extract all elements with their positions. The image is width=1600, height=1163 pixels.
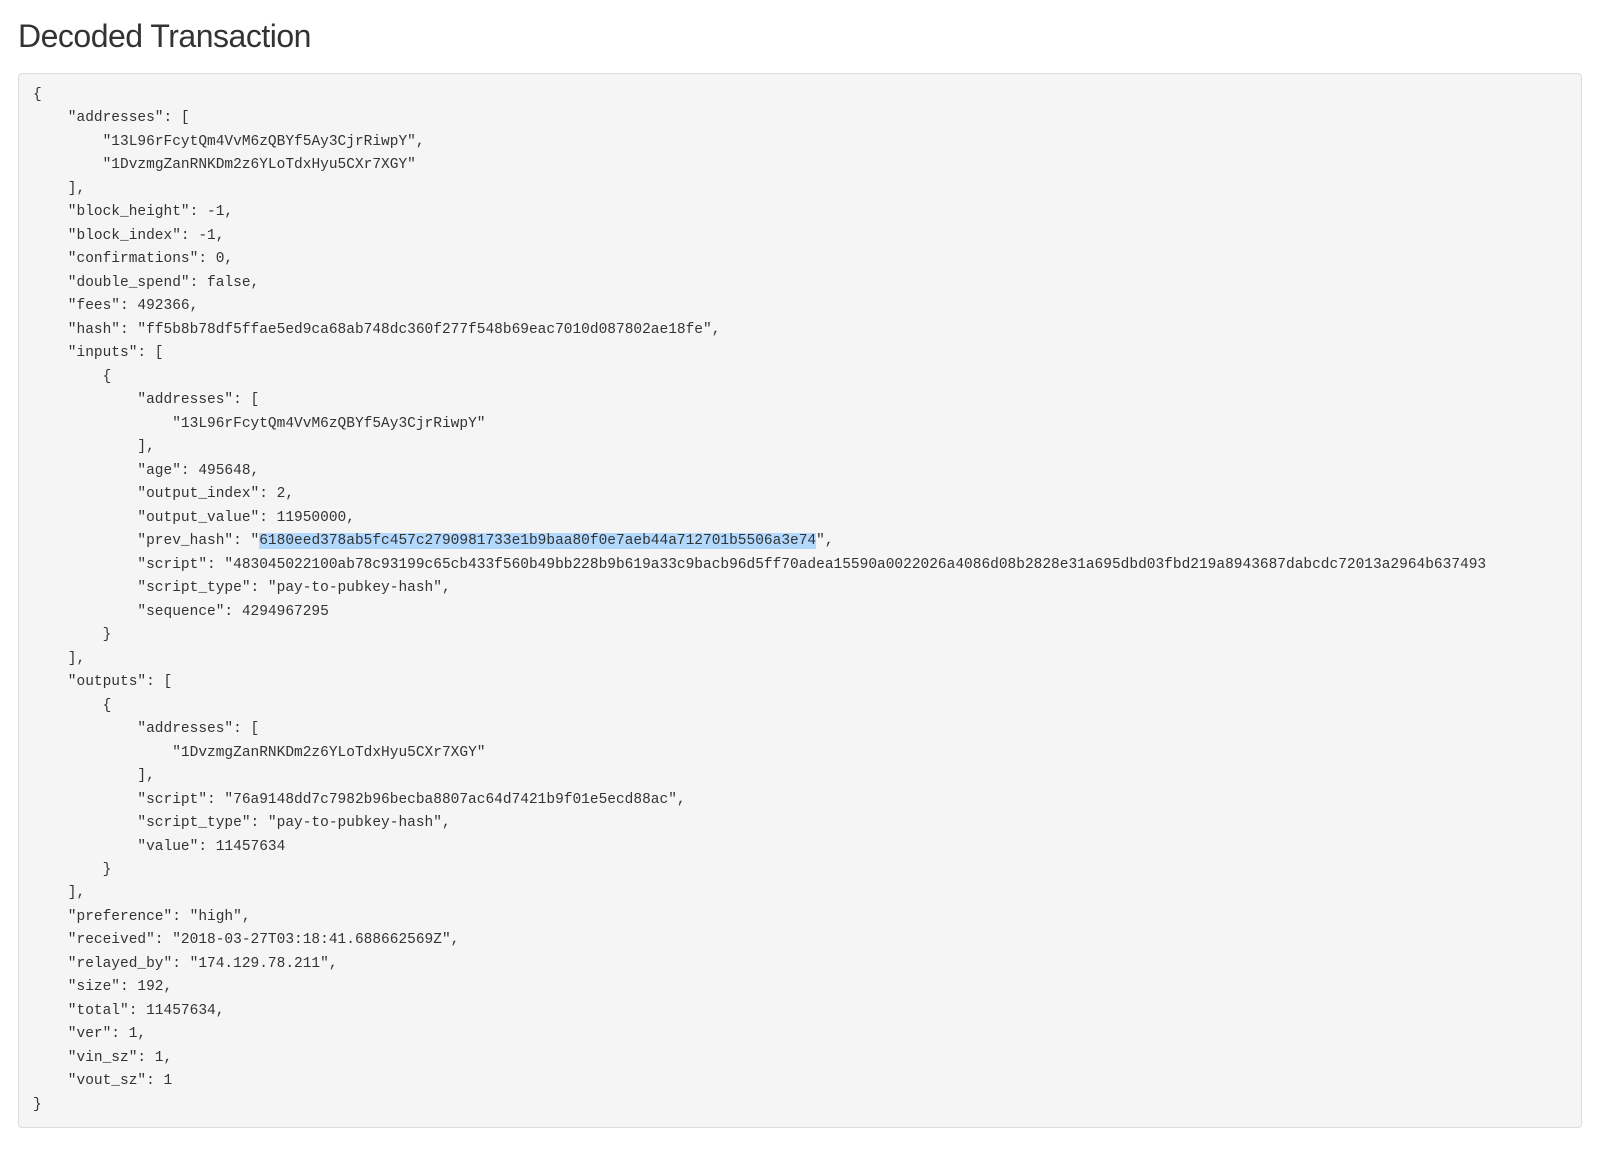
json-line: ], <box>33 439 155 455</box>
json-line: } <box>33 862 111 878</box>
json-line: ], <box>33 885 85 901</box>
json-line: "double_spend": false, <box>33 275 259 291</box>
json-line: "block_height": -1, <box>33 204 233 220</box>
json-line: ], <box>33 651 85 667</box>
json-line: "value": 11457634 <box>33 839 285 855</box>
json-line: "script_type": "pay-to-pubkey-hash", <box>33 815 451 831</box>
json-code[interactable]: { "addresses": [ "13L96rFcytQm4VvM6zQBYf… <box>33 84 1567 1117</box>
json-fragment: "prev_hash": " <box>137 533 259 549</box>
json-line: "block_index": -1, <box>33 228 224 244</box>
json-line: ], <box>33 181 85 197</box>
json-line: "fees": 492366, <box>33 298 198 314</box>
json-line: } <box>33 1097 42 1113</box>
json-line: "output_index": 2, <box>33 486 294 502</box>
json-line: "vout_sz": 1 <box>33 1073 172 1089</box>
json-line: "relayed_by": "174.129.78.211", <box>33 956 338 972</box>
json-line: "addresses": [ <box>33 721 259 737</box>
json-line: "inputs": [ <box>33 345 164 361</box>
json-line: "script_type": "pay-to-pubkey-hash", <box>33 580 451 596</box>
json-line: "total": 11457634, <box>33 1003 224 1019</box>
json-line: } <box>33 627 111 643</box>
json-line: "script": "76a9148dd7c7982b96becba8807ac… <box>33 792 686 808</box>
json-line: "outputs": [ <box>33 674 172 690</box>
json-line: "vin_sz": 1, <box>33 1050 172 1066</box>
json-line: "output_value": 11950000, <box>33 510 355 526</box>
json-fragment: ", <box>816 533 833 549</box>
json-line: "preference": "high", <box>33 909 251 925</box>
json-line: { <box>33 698 111 714</box>
json-line: "13L96rFcytQm4VvM6zQBYf5Ay3CjrRiwpY" <box>33 416 485 432</box>
json-line: { <box>33 87 42 103</box>
json-line: "13L96rFcytQm4VvM6zQBYf5Ay3CjrRiwpY", <box>33 134 425 150</box>
json-line: "addresses": [ <box>33 110 190 126</box>
json-line: "prev_hash": "6180eed378ab5fc457c2790981… <box>33 533 834 549</box>
page-title: Decoded Transaction <box>18 18 1582 55</box>
json-line: "hash": "ff5b8b78df5ffae5ed9ca68ab748dc3… <box>33 322 720 338</box>
json-line: ], <box>33 768 155 784</box>
json-line: "1DvzmgZanRNKDm2z6YLoTdxHyu5CXr7XGY" <box>33 745 485 761</box>
json-line: "addresses": [ <box>33 392 259 408</box>
selected-text: 6180eed378ab5fc457c2790981733e1b9baa80f0… <box>259 533 816 549</box>
json-line: { <box>33 369 111 385</box>
json-line: "sequence": 4294967295 <box>33 604 329 620</box>
json-line: "size": 192, <box>33 979 172 995</box>
json-line: "confirmations": 0, <box>33 251 233 267</box>
json-line: "script": "483045022100ab78c93199c65cb43… <box>33 557 1486 573</box>
json-line: "age": 495648, <box>33 463 259 479</box>
json-line: "ver": 1, <box>33 1026 146 1042</box>
json-line: "received": "2018-03-27T03:18:41.6886625… <box>33 932 459 948</box>
decoded-transaction-json[interactable]: { "addresses": [ "13L96rFcytQm4VvM6zQBYf… <box>18 73 1582 1128</box>
json-line: "1DvzmgZanRNKDm2z6YLoTdxHyu5CXr7XGY" <box>33 157 416 173</box>
